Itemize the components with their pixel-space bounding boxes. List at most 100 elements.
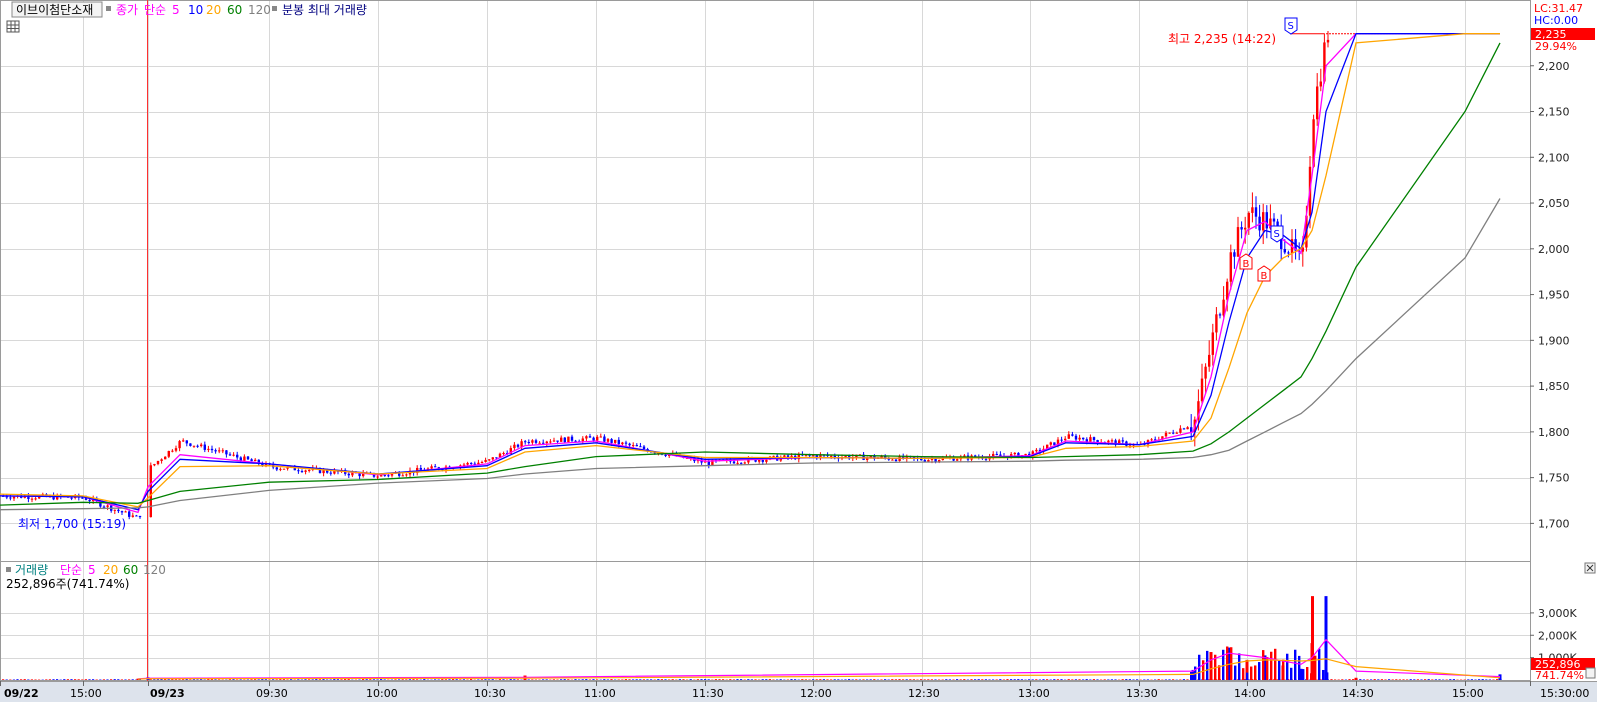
volume-bar-minor [1179,679,1181,680]
volume-bar-minor [1478,679,1480,680]
candle-body [1320,82,1322,87]
volume-bar-cluster [1246,673,1248,680]
vol-legend-ma5: 5 [88,563,96,577]
volume-bar-minor [542,679,544,680]
candle-body [196,446,198,447]
x-tick-label: 10:30 [474,687,506,700]
candle-body [1093,437,1095,440]
volume-bar-minor [837,679,839,680]
volume-bar-minor [193,679,195,680]
candle-body [574,441,576,442]
volume-bar-minor [880,679,882,680]
volume-bar-cluster [1318,649,1320,680]
table-icon[interactable] [7,21,19,32]
volume-bar-minor [1370,679,1372,680]
volume-bar-minor [1334,679,1336,680]
candle-body [171,451,173,452]
volume-bar-minor [1467,679,1469,680]
volume-bar-minor [250,679,252,680]
chart-window: 2,2002,1502,1002,0502,0001,9501,9001,850… [0,0,1597,702]
volume-bar-minor [214,679,216,680]
volume-bar-minor [1060,679,1062,680]
volume-bar-minor [1453,679,1455,680]
volume-bar-minor [254,679,256,680]
candle-body [531,440,533,442]
volume-bar-minor [463,679,465,680]
x-tick-label: 15:00 [70,687,102,700]
volume-bar-minor [513,679,515,680]
candle-body [207,449,209,450]
volume-bar-minor [398,679,400,680]
candle-body [1233,252,1235,256]
volume-bar-minor [1093,679,1095,680]
stock-name[interactable]: 이브이첨단소재 [16,3,93,17]
candle-body [708,462,710,465]
volume-bar-minor [63,679,65,680]
volume-bar-minor [405,679,407,680]
volume-bar-minor [441,679,443,680]
volume-bar-minor [1053,679,1055,680]
volume-bar-minor [369,679,371,680]
volume-bar-minor [45,679,47,680]
volume-bar-minor [733,679,735,680]
volume-bar-minor [830,679,832,680]
candle-body [1122,440,1124,441]
volume-bar-minor [1104,679,1106,680]
candle-body [304,470,306,471]
volume-bar-minor [423,679,425,680]
volume-bar-minor [1431,679,1433,680]
candle-body [1273,219,1275,222]
scroll-handle[interactable] [1586,668,1595,678]
candle-body [1201,379,1203,402]
volume-bar-minor [790,679,792,680]
x-tick-label: 12:00 [800,687,832,700]
volume-bar-minor [913,679,915,680]
volume-bar-cluster [1326,672,1328,680]
candle-body [1287,252,1289,253]
volume-bar-minor [1107,679,1109,680]
volume-bar-minor [988,679,990,680]
volume-bar-minor [682,679,684,680]
volume-bar-minor [1046,679,1048,680]
candle-body [1212,332,1214,354]
volume-bar-minor [132,679,134,680]
candle-body [434,466,436,467]
candle-body [765,460,767,462]
volume-bar-minor [708,679,710,680]
candle-body [250,459,252,461]
candle-body [1219,314,1221,315]
candle-body [1215,314,1217,332]
volume-bar-minor [1381,679,1383,680]
volume-bar-minor [812,679,814,680]
volume-bar-minor [1402,679,1404,680]
volume-bar-minor [1186,679,1188,680]
volume-bar-cluster [1242,668,1244,680]
volume-bar-minor [852,679,854,680]
volume-bar-minor [646,679,648,680]
volume-bar-minor [816,679,818,680]
candle-body [88,500,90,501]
price-tick-label: 2,100 [1538,151,1570,164]
volume-bar-minor [963,679,965,680]
volume-bar-cluster [1286,654,1288,680]
volume-bar-minor [283,679,285,680]
candle-body [348,474,350,475]
price-tick-label: 1,750 [1538,472,1570,485]
volume-bar-minor [628,679,630,680]
candle-body [157,461,159,464]
svg-text:S: S [1274,229,1280,240]
candle-body [178,441,180,448]
candle-body [1240,227,1242,229]
volume-bar-minor [992,679,994,680]
candle-body [276,467,278,469]
volume-bar-cluster [1290,668,1292,680]
volume-bar-minor [1143,679,1145,680]
candle-body [254,460,256,461]
candle-body [528,442,530,443]
candle-body [643,446,645,449]
volume-bar-minor [56,679,58,680]
volume-bar-minor [279,679,281,680]
volume-bar-minor [1172,679,1174,680]
volume-bar-cluster [1298,656,1300,680]
volume-bar-minor [560,679,562,680]
